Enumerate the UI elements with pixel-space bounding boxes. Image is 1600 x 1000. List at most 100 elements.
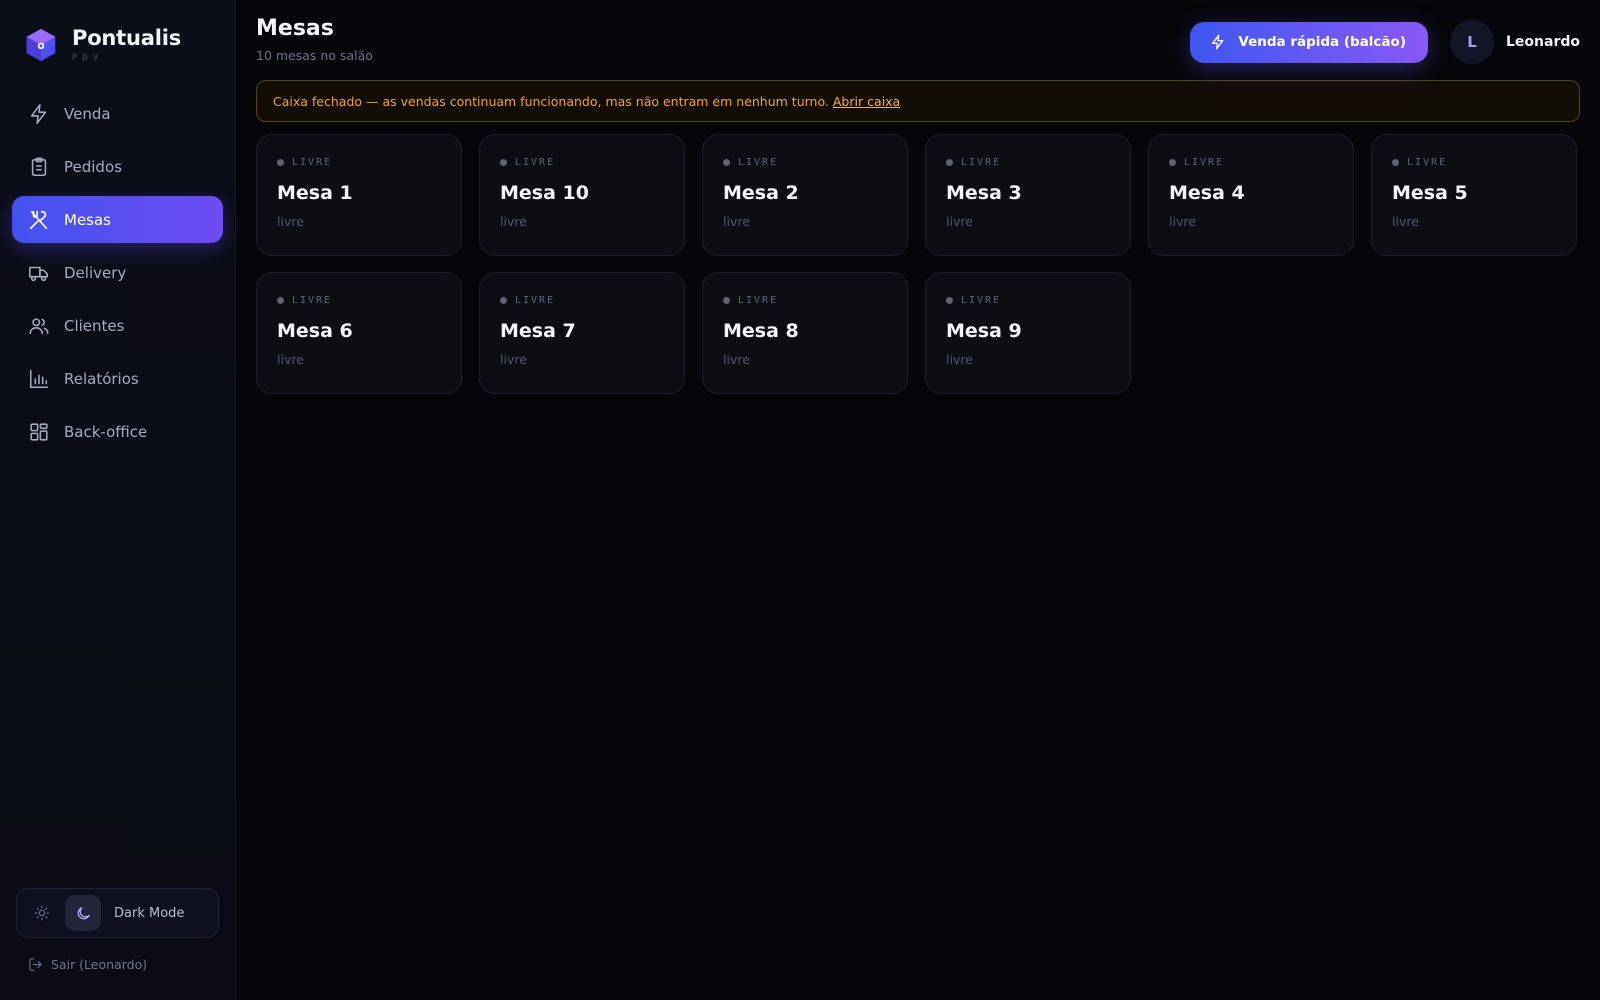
bar-chart-icon (29, 369, 49, 388)
table-card-mesa-6[interactable]: LIVRE Mesa 6 livre (256, 272, 462, 394)
status-label: LIVRE (515, 295, 556, 306)
avatar: L (1450, 20, 1494, 64)
sidebar-item-venda[interactable]: Venda (12, 90, 223, 137)
table-detail: livre (500, 214, 527, 229)
status-badge: LIVRE (946, 295, 1110, 306)
status-dot (277, 159, 284, 166)
status-label: LIVRE (292, 295, 333, 306)
table-card-mesa-8[interactable]: LIVRE Mesa 8 livre (702, 272, 908, 394)
status-label: LIVRE (292, 157, 333, 168)
status-dot (1392, 159, 1399, 166)
truck-icon (29, 266, 49, 281)
table-card-mesa-2[interactable]: LIVRE Mesa 2 livre (702, 134, 908, 256)
table-detail: livre (946, 352, 973, 367)
table-card-mesa-7[interactable]: LIVRE Mesa 7 livre (479, 272, 685, 394)
status-label: LIVRE (738, 295, 779, 306)
status-dot (723, 297, 730, 304)
status-label: LIVRE (1184, 157, 1225, 168)
brand[interactable]: Pontualis PDV (12, 0, 223, 90)
table-detail: livre (277, 352, 304, 367)
status-dot (500, 297, 507, 304)
sidebar-item-back-office[interactable]: Back-office (12, 408, 223, 455)
clipboard-icon (31, 157, 47, 176)
logout-icon (29, 958, 42, 971)
status-dot (277, 297, 284, 304)
table-detail: livre (1392, 214, 1419, 229)
status-label: LIVRE (515, 157, 556, 168)
sun-icon (34, 905, 50, 921)
sidebar-item-label: Pedidos (64, 157, 122, 176)
status-badge: LIVRE (946, 157, 1110, 168)
table-detail: livre (277, 214, 304, 229)
status-label: LIVRE (738, 157, 779, 168)
table-name: Mesa 8 (723, 320, 799, 342)
user-name: Leonardo (1506, 34, 1580, 50)
table-card-mesa-3[interactable]: LIVRE Mesa 3 livre (925, 134, 1131, 256)
table-name: Mesa 10 (500, 182, 589, 204)
logout-button[interactable]: Sair (Leonardo) (28, 957, 147, 972)
logo-icon (26, 28, 56, 62)
status-badge: LIVRE (277, 157, 441, 168)
brand-name: Pontualis (72, 25, 182, 50)
sidebar-item-mesas[interactable]: Mesas (12, 196, 223, 243)
sidebar-item-label: Relatórios (64, 369, 139, 388)
sidebar-item-label: Clientes (64, 316, 125, 335)
dark-mode-button[interactable] (65, 895, 101, 931)
bolt-icon (1212, 34, 1224, 50)
table-card-mesa-1[interactable]: LIVRE Mesa 1 livre (256, 134, 462, 256)
table-name: Mesa 4 (1169, 182, 1245, 204)
grid-icon (30, 422, 48, 441)
utensils-icon (29, 210, 48, 229)
table-name: Mesa 2 (723, 182, 799, 204)
table-card-mesa-10[interactable]: LIVRE Mesa 10 livre (479, 134, 685, 256)
status-badge: LIVRE (277, 295, 441, 306)
table-name: Mesa 6 (277, 320, 353, 342)
table-detail: livre (723, 352, 750, 367)
status-label: LIVRE (1407, 157, 1448, 168)
status-badge: LIVRE (1392, 157, 1556, 168)
main-content: Mesas 10 mesas no salão Venda rápida (ba… (236, 0, 1600, 1000)
status-dot (500, 159, 507, 166)
table-name: Mesa 1 (277, 182, 353, 204)
table-detail: livre (723, 214, 750, 229)
quick-sale-button[interactable]: Venda rápida (balcão) (1190, 21, 1428, 63)
status-badge: LIVRE (1169, 157, 1333, 168)
sidebar-item-relatorios[interactable]: Relatórios (12, 355, 223, 402)
light-mode-button[interactable] (25, 896, 59, 930)
table-detail: livre (500, 352, 527, 367)
status-badge: LIVRE (723, 295, 887, 306)
theme-toggle: Dark Mode (16, 888, 219, 938)
table-name: Mesa 9 (946, 320, 1022, 342)
quick-sale-label: Venda rápida (balcão) (1238, 34, 1406, 50)
table-detail: livre (946, 214, 973, 229)
sidebar-item-label: Venda (64, 104, 111, 123)
moon-icon (77, 906, 90, 919)
sidebar-item-label: Back-office (64, 422, 148, 441)
sidebar-item-clientes[interactable]: Clientes (12, 302, 223, 349)
cash-closed-alert: Caixa fechado — as vendas continuam func… (256, 80, 1580, 122)
sidebar-item-delivery[interactable]: Delivery (12, 249, 223, 296)
table-card-mesa-5[interactable]: LIVRE Mesa 5 livre (1371, 134, 1577, 256)
page-title: Mesas (256, 16, 334, 41)
brand-subtitle: PDV (72, 52, 104, 63)
table-detail: livre (1169, 214, 1196, 229)
status-badge: LIVRE (500, 295, 664, 306)
table-card-mesa-4[interactable]: LIVRE Mesa 4 livre (1148, 134, 1354, 256)
open-cash-link[interactable]: Abrir caixa (833, 94, 900, 109)
user-menu[interactable]: L Leonardo (1450, 20, 1580, 64)
status-label: LIVRE (961, 295, 1002, 306)
status-dot (946, 159, 953, 166)
sidebar-item-pedidos[interactable]: Pedidos (12, 143, 223, 190)
theme-label: Dark Mode (114, 905, 185, 921)
sidebar: Pontualis PDV Venda Pedidos Mesas Delive… (0, 0, 236, 1000)
table-card-mesa-9[interactable]: LIVRE Mesa 9 livre (925, 272, 1131, 394)
status-dot (946, 297, 953, 304)
status-badge: LIVRE (723, 157, 887, 168)
topbar: Mesas 10 mesas no salão Venda rápida (ba… (256, 0, 1580, 80)
sidebar-item-label: Mesas (64, 210, 111, 229)
status-badge: LIVRE (500, 157, 664, 168)
bolt-icon (30, 103, 47, 124)
status-label: LIVRE (961, 157, 1002, 168)
status-dot (1169, 159, 1176, 166)
sidebar-nav: Venda Pedidos Mesas Delivery Clientes Re… (12, 90, 223, 455)
